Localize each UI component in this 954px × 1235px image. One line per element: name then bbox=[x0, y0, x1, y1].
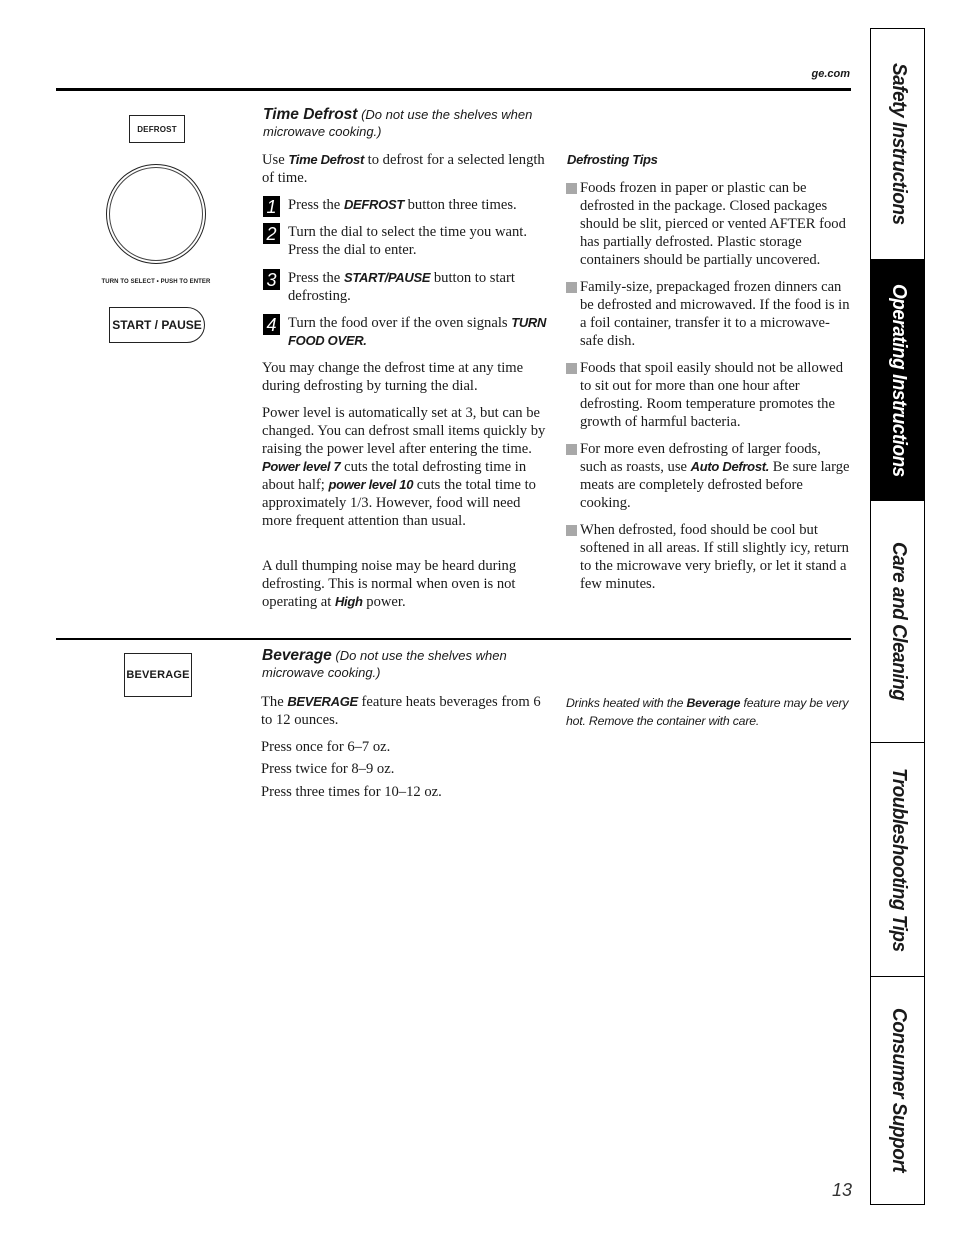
bold-text: Time Defrost bbox=[288, 152, 364, 167]
tab-label: Care and Cleaning bbox=[887, 542, 910, 701]
beverage-caution-note: Drinks heated with the Beverage feature … bbox=[566, 694, 851, 730]
tab-care-and-cleaning[interactable]: Care and Cleaning bbox=[871, 501, 924, 743]
tab-label: Safety Instructions bbox=[887, 63, 910, 225]
step-4: 4 Turn the food over if the oven signals… bbox=[263, 314, 548, 350]
dial-knob-icon bbox=[106, 164, 206, 264]
defrost-paragraph-2: Power level is automatically set at 3, b… bbox=[262, 404, 550, 530]
bold-text: BEVERAGE bbox=[287, 694, 358, 709]
tip-item: When defrosted, food should be cool but … bbox=[566, 521, 850, 593]
bold-text: DEFROST bbox=[343, 197, 404, 212]
bold-text: power level 10 bbox=[328, 477, 414, 492]
bold-text: High bbox=[334, 594, 363, 609]
tab-safety-instructions[interactable]: Safety Instructions bbox=[871, 29, 924, 260]
beverage-title: Beverage bbox=[262, 647, 332, 664]
bullet-square-icon bbox=[566, 525, 577, 536]
bold-text: Power level 7 bbox=[262, 459, 341, 474]
beverage-button-illustration: BEVERAGE bbox=[124, 653, 192, 697]
tip-text: Family-size, prepackaged frozen dinners … bbox=[580, 279, 850, 349]
top-divider bbox=[56, 88, 851, 91]
time-defrost-intro: Use Time Defrost to defrost for a select… bbox=[262, 151, 547, 187]
text: button three times. bbox=[403, 197, 517, 213]
tab-label: Operating Instructions bbox=[887, 283, 910, 477]
defrost-paragraph-3: A dull thumping noise may be heard durin… bbox=[262, 557, 547, 611]
tip-item: Foods that spoil easily should not be al… bbox=[566, 359, 850, 431]
bullet-square-icon bbox=[566, 282, 577, 293]
tip-text: Foods that spoil easily should not be al… bbox=[580, 360, 844, 430]
tip-text: When defrosted, food should be cool but … bbox=[580, 522, 849, 592]
time-defrost-heading: Time Defrost (Do not use the shelves whe… bbox=[263, 106, 553, 140]
text: Drinks heated with the bbox=[566, 696, 687, 710]
text: Power level is automatically set at 3, b… bbox=[262, 405, 546, 457]
bullet-square-icon bbox=[566, 363, 577, 374]
bullet-square-icon bbox=[566, 183, 577, 194]
tip-item: Foods frozen in paper or plastic can be … bbox=[566, 179, 850, 269]
bullet-square-icon bbox=[566, 444, 577, 455]
step-number: 4 bbox=[263, 314, 280, 335]
bold-text: START/PAUSE bbox=[343, 270, 431, 285]
step-number: 2 bbox=[263, 223, 280, 244]
page-number: 13 bbox=[831, 1180, 852, 1200]
tip-text: Foods frozen in paper or plastic can be … bbox=[580, 180, 846, 268]
dial-caption: TURN TO SELECT • PUSH TO ENTER bbox=[101, 279, 211, 285]
text: The bbox=[261, 694, 288, 710]
text: Turn the dial to select the time you wan… bbox=[288, 224, 528, 258]
step-1: 1 Press the DEFROST button three times. bbox=[263, 196, 548, 217]
time-defrost-title: Time Defrost bbox=[263, 106, 358, 123]
text: Use bbox=[262, 152, 289, 168]
bold-text: Auto Defrost. bbox=[690, 459, 770, 474]
step-number: 1 bbox=[263, 196, 280, 217]
section-divider bbox=[56, 638, 851, 640]
tip-item: For more even defrosting of larger foods… bbox=[566, 440, 850, 512]
start-pause-button-illustration: START / PAUSE bbox=[109, 307, 205, 343]
tab-label: Consumer Support bbox=[887, 1008, 910, 1173]
beverage-heading: Beverage (Do not use the shelves when mi… bbox=[262, 647, 552, 681]
text: Press the bbox=[288, 197, 344, 213]
defrost-button-illustration: DEFROST bbox=[129, 115, 185, 143]
text: power. bbox=[362, 594, 406, 610]
beverage-line: Press twice for 8–9 oz. bbox=[261, 761, 395, 777]
beverage-intro: The BEVERAGE feature heats beverages fro… bbox=[261, 693, 546, 729]
tip-item: Family-size, prepackaged frozen dinners … bbox=[566, 278, 850, 350]
defrost-paragraph-1: You may change the defrost time at any t… bbox=[262, 360, 524, 394]
step-2: 2 Turn the dial to select the time you w… bbox=[263, 223, 548, 259]
section-tabs: Safety Instructions Operating Instructio… bbox=[870, 28, 925, 1205]
step-3: 3 Press the START/PAUSE button to start … bbox=[263, 269, 548, 305]
tab-label: Troubleshooting Tips bbox=[887, 767, 910, 952]
tab-operating-instructions[interactable]: Operating Instructions bbox=[871, 260, 924, 501]
defrosting-tips-heading: Defrosting Tips bbox=[567, 152, 658, 167]
beverage-line: Press three times for 10–12 oz. bbox=[261, 784, 442, 800]
tab-troubleshooting-tips[interactable]: Troubleshooting Tips bbox=[871, 743, 924, 977]
bold-text: Beverage bbox=[686, 696, 741, 710]
tab-consumer-support[interactable]: Consumer Support bbox=[871, 977, 924, 1204]
step-number: 3 bbox=[263, 269, 280, 290]
text: Turn the food over if the oven signals bbox=[288, 315, 512, 331]
site-url: ge.com bbox=[811, 68, 850, 80]
beverage-line: Press once for 6–7 oz. bbox=[261, 739, 391, 755]
text: Press the bbox=[288, 270, 344, 286]
